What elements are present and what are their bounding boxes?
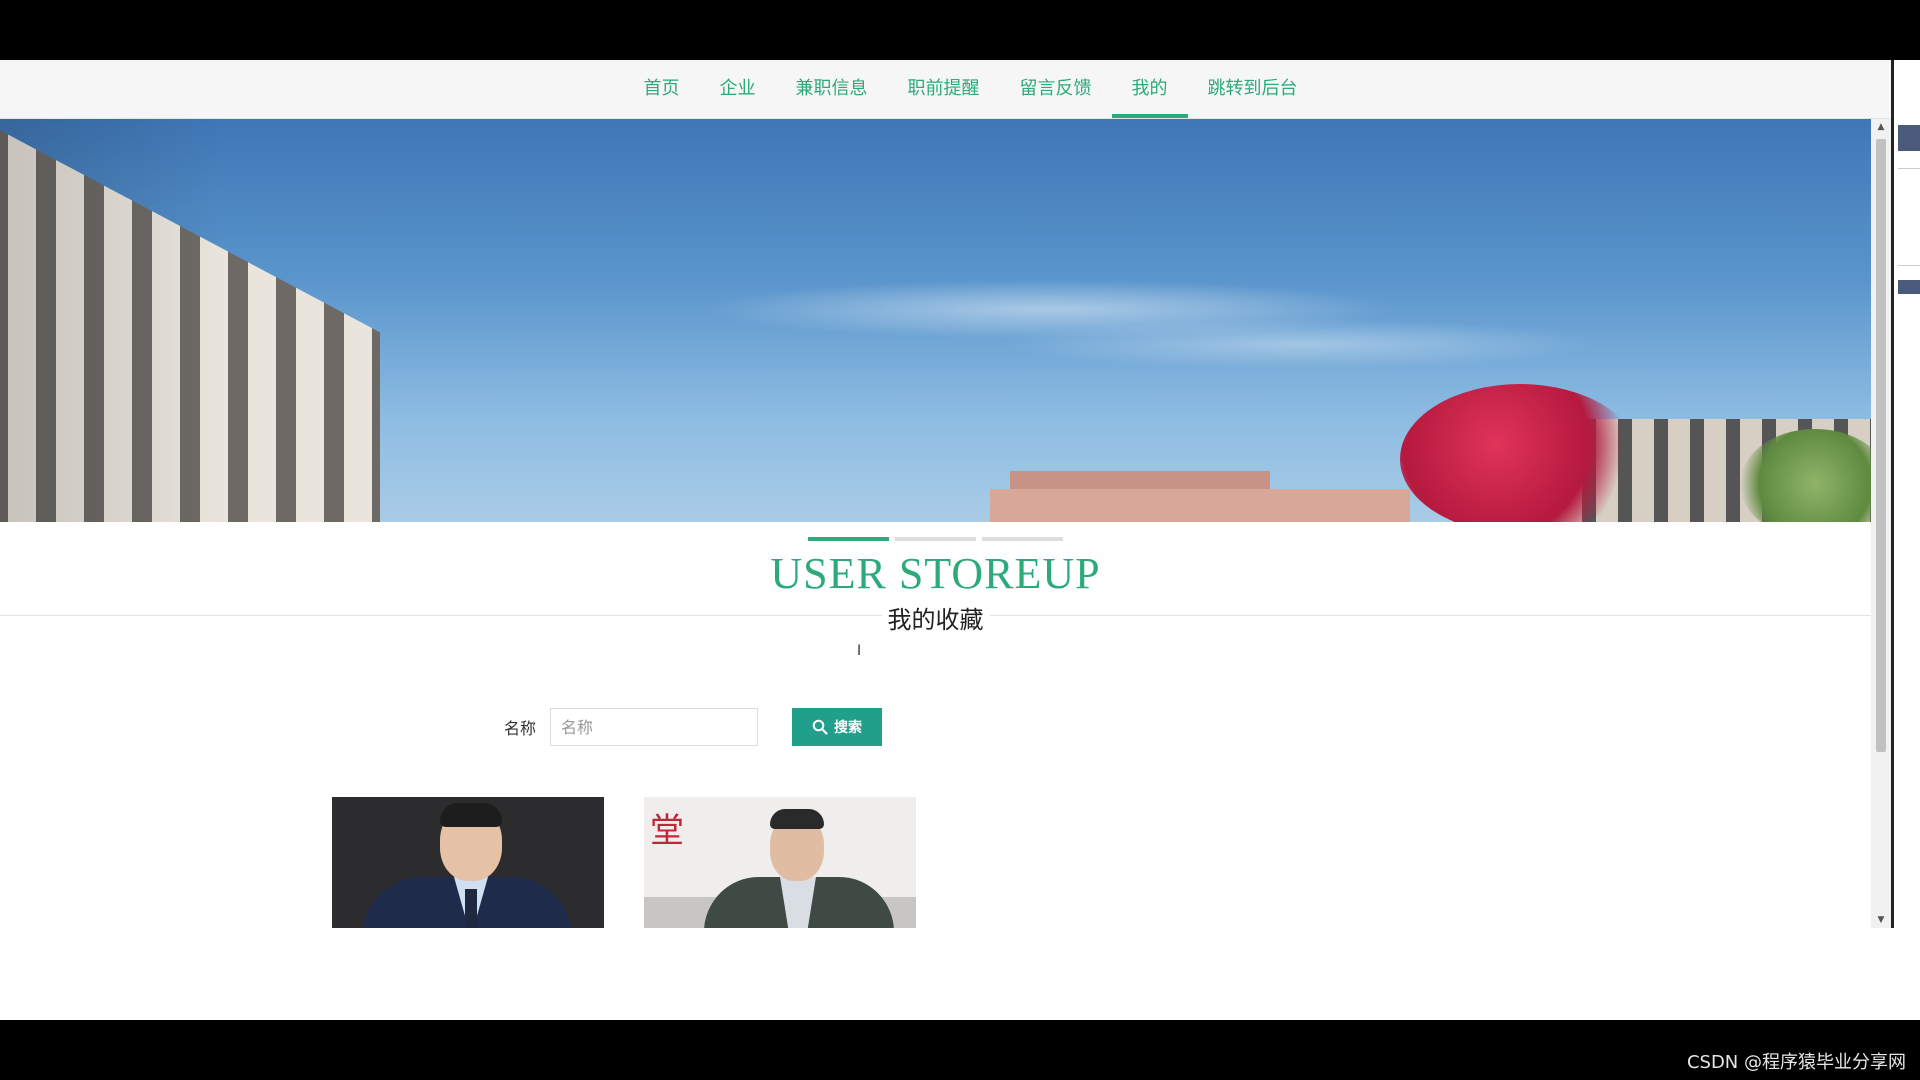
banner-shade	[0, 119, 380, 522]
photo-hair	[440, 803, 502, 827]
scroll-down-arrow-icon[interactable]: ▼	[1876, 915, 1886, 925]
banner-cloud	[1000, 319, 1600, 369]
banner-building-mid	[990, 489, 1410, 522]
search-label: 名称	[504, 719, 537, 738]
search-button-label: 搜索	[834, 720, 863, 736]
background-window-bar	[1898, 280, 1920, 294]
photo-hair	[770, 809, 824, 829]
banner-carousel[interactable]	[0, 119, 1871, 522]
nav-item-backend[interactable]: 跳转到后台	[1188, 60, 1318, 118]
nav-item-mine[interactable]: 我的	[1111, 60, 1188, 118]
search-icon	[812, 719, 828, 735]
watermark: CSDN @程序猿毕业分享网	[1686, 1052, 1906, 1073]
top-nav: 首页 企业 兼职信息 职前提醒 留言反馈 我的 跳转到后台	[0, 60, 1891, 119]
search-button[interactable]: 搜索	[792, 708, 883, 746]
section-title-cn: 我的收藏	[0, 600, 1871, 635]
favorite-card[interactable]: 堂	[644, 797, 916, 928]
favorites-list: 堂	[332, 797, 916, 928]
text-cursor-icon: I	[857, 643, 862, 659]
background-window-edge	[1891, 60, 1920, 928]
carousel-indicators	[808, 537, 1063, 541]
scrollbar-thumb[interactable]	[1876, 139, 1886, 752]
background-window-line	[1898, 265, 1920, 266]
banner-tree-red	[1400, 384, 1640, 522]
photo-tie	[465, 889, 477, 928]
background-window-line	[1898, 168, 1920, 169]
nav-item-company[interactable]: 企业	[700, 60, 776, 118]
desktop-strip	[0, 928, 1920, 1020]
favorite-card[interactable]	[332, 797, 604, 928]
browser-viewport: 首页 企业 兼职信息 职前提醒 留言反馈 我的 跳转到后台 ▲ ▼ USER S…	[0, 60, 1891, 928]
carousel-indicator[interactable]	[895, 537, 976, 541]
section-title-cn-text: 我的收藏	[881, 606, 990, 634]
scroll-up-arrow-icon[interactable]: ▲	[1876, 122, 1886, 132]
nav-item-feedback[interactable]: 留言反馈	[1000, 60, 1112, 118]
calligraphy-decoration: 堂	[650, 811, 684, 851]
section-title-en: USER STOREUP	[770, 549, 1101, 598]
carousel-indicator[interactable]	[982, 537, 1063, 541]
search-input[interactable]	[550, 708, 759, 746]
search-bar: 名称 搜索	[504, 708, 883, 746]
page-scrollbar[interactable]: ▲ ▼	[1871, 119, 1891, 928]
nav-menu: 首页 企业 兼职信息 职前提醒 留言反馈 我的 跳转到后台	[624, 60, 1318, 118]
nav-item-home[interactable]: 首页	[624, 60, 700, 118]
carousel-indicator[interactable]	[808, 537, 889, 541]
background-window-bar	[1898, 125, 1920, 151]
nav-item-parttime-info[interactable]: 兼职信息	[776, 60, 888, 118]
nav-item-pre-job-tips[interactable]: 职前提醒	[888, 60, 1000, 118]
